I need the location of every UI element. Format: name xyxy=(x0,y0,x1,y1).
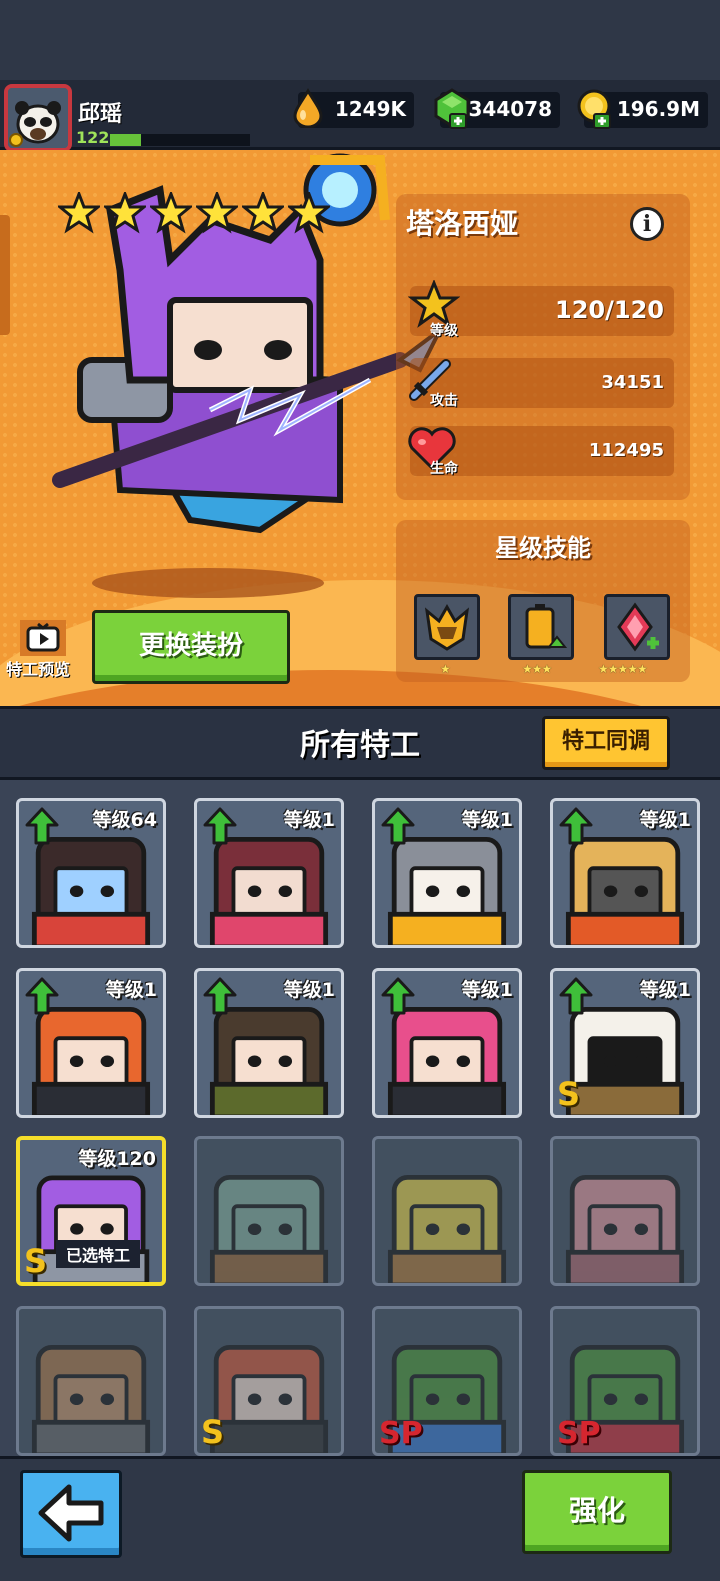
agent-card[interactable]: 等级1 xyxy=(372,968,522,1118)
resource-gems[interactable]: 344078 xyxy=(434,88,560,129)
agent-level: 等级64 xyxy=(92,809,157,831)
stat-level-label: 等级 xyxy=(430,323,458,339)
agent-portrait xyxy=(209,1175,329,1283)
agent-preview-label[interactable]: 特工预览 xyxy=(6,656,70,680)
resource-value: 196.9M xyxy=(616,97,700,121)
agent-card[interactable]: 等级1 xyxy=(550,798,700,948)
back-button[interactable] xyxy=(20,1470,122,1558)
skill-slot-1[interactable] xyxy=(414,594,480,660)
tv-preview-icon[interactable] xyxy=(18,618,68,658)
agent-card[interactable] xyxy=(372,1136,522,1286)
upgrade-arrow-icon xyxy=(203,807,237,845)
stat-hp-label: 生命 xyxy=(430,461,458,477)
side-tab[interactable] xyxy=(0,215,10,335)
agent-portrait xyxy=(31,1345,151,1453)
stat-attack-label: 攻击 xyxy=(430,393,458,409)
skill-1-stars: ★ xyxy=(440,662,451,676)
agent-card[interactable]: 等级1 xyxy=(372,798,522,948)
helmet-skill-icon xyxy=(424,603,470,651)
skill-3-stars: ★★★★★ xyxy=(598,662,648,676)
agent-card[interactable]: 等级1 xyxy=(16,968,166,1118)
info-icon[interactable]: i xyxy=(630,207,664,241)
agent-card[interactable]: 等级120 S 已选特工 xyxy=(16,1136,166,1286)
upgrade-arrow-icon xyxy=(559,977,593,1015)
agent-card[interactable]: 等级1 S xyxy=(550,968,700,1118)
selected-agent-tag: 已选特工 xyxy=(56,1240,141,1268)
change-outfit-button[interactable]: 更换装扮 xyxy=(92,610,290,684)
agent-card[interactable]: SP xyxy=(372,1306,522,1456)
skill-slot-3[interactable] xyxy=(604,594,670,660)
agent-level: 等级1 xyxy=(283,809,335,831)
status-bar-area xyxy=(0,0,720,80)
star-icon xyxy=(196,192,238,234)
enhance-button[interactable]: 强化 xyxy=(522,1470,672,1554)
agent-card[interactable] xyxy=(194,1136,344,1286)
stat-attack-value: 34151 xyxy=(601,372,664,393)
hero-shadow xyxy=(92,568,324,598)
agent-card[interactable]: 等级1 xyxy=(194,968,344,1118)
upgrade-arrow-icon xyxy=(25,807,59,845)
xp-bar-fill xyxy=(110,134,141,146)
avatar[interactable] xyxy=(4,84,72,152)
agent-rank-badge: SP xyxy=(557,1416,601,1451)
agent-level: 等级1 xyxy=(461,979,513,1001)
star-icon xyxy=(242,192,284,234)
agent-rank-badge: SP xyxy=(379,1416,423,1451)
upgrade-arrow-icon xyxy=(381,977,415,1015)
upgrade-arrow-icon xyxy=(203,977,237,1015)
agent-level: 等级1 xyxy=(639,809,691,831)
xp-bar xyxy=(110,134,250,146)
agent-card[interactable]: 等级64 xyxy=(16,798,166,948)
back-arrow-icon xyxy=(38,1484,104,1542)
agent-level: 等级1 xyxy=(461,809,513,831)
green-gem-plus-icon xyxy=(434,88,470,129)
panda-avatar-icon xyxy=(8,88,68,148)
agent-level: 等级1 xyxy=(639,979,691,1001)
agent-level: 等级120 xyxy=(78,1148,156,1170)
star-icon xyxy=(150,192,192,234)
player-name: 邱瑶 xyxy=(78,102,123,127)
agent-portrait xyxy=(387,1175,507,1283)
resource-water[interactable]: 1249K xyxy=(293,88,414,128)
stat-level-value: 120/120 xyxy=(555,296,664,324)
agent-level: 等级1 xyxy=(283,979,335,1001)
agent-sync-button[interactable]: 特工同调 xyxy=(542,716,670,770)
skill-slot-2[interactable] xyxy=(508,594,574,660)
agent-rank-badge: S xyxy=(557,1075,581,1113)
gem-heal-skill-icon xyxy=(617,602,659,652)
upgrade-arrow-icon xyxy=(559,807,593,845)
stat-hp-value: 112495 xyxy=(588,440,664,461)
agent-card[interactable]: 等级1 xyxy=(194,798,344,948)
upgrade-arrow-icon xyxy=(381,807,415,845)
star-icon xyxy=(104,192,146,234)
star-icon xyxy=(58,192,100,234)
agent-rank-badge: S xyxy=(24,1242,48,1280)
gold-coin-plus-icon xyxy=(577,89,611,129)
resource-value: 1249K xyxy=(334,97,406,121)
star-skills-title: 星级技能 xyxy=(495,534,591,562)
star-icon xyxy=(288,192,330,234)
water-drop-icon xyxy=(293,88,323,128)
hero-name: 塔洛西娅 xyxy=(406,207,519,240)
skill-2-stars: ★★★ xyxy=(522,662,552,676)
agent-card[interactable] xyxy=(550,1136,700,1286)
agent-rank-badge: S xyxy=(201,1413,225,1451)
agent-card[interactable]: SP xyxy=(550,1306,700,1456)
hero-star-rating xyxy=(58,192,330,234)
agent-portrait xyxy=(565,1175,685,1283)
resource-value: 344078 xyxy=(468,97,553,121)
player-level: 122 xyxy=(76,128,110,147)
agent-level: 等级1 xyxy=(105,979,157,1001)
battery-up-skill-icon xyxy=(525,604,568,649)
agent-grid: 等级64 等级1 等级1 等级1 等级1 等级1 等级1 等级1 S 等级120 S 已选特工 S SP S… xyxy=(0,780,720,1460)
agent-card[interactable] xyxy=(16,1306,166,1456)
resource-coins[interactable]: 196.9M xyxy=(577,89,708,129)
upgrade-arrow-icon xyxy=(25,977,59,1015)
agent-card[interactable]: S xyxy=(194,1306,344,1456)
